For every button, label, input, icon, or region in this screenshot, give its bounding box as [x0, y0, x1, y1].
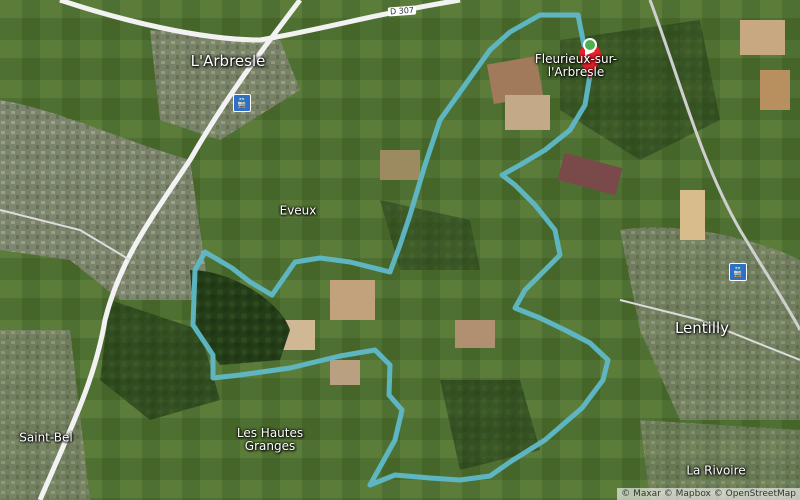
map-attribution[interactable]: © Maxar © Mapbox © OpenStreetMap	[617, 488, 800, 500]
place-label-eveux: Eveux	[279, 203, 317, 218]
map-view[interactable]: L'Arbresle Fleurieux-sur- l'Arbresle Eve…	[0, 0, 800, 500]
place-label-hautes-granges-line2: Granges	[244, 439, 296, 453]
place-label-lentilly: Lentilly	[674, 318, 730, 337]
satellite-background	[0, 0, 800, 500]
train-station-icon[interactable]: 🚆	[729, 263, 747, 281]
start-marker[interactable]	[583, 38, 597, 52]
train-station-icon[interactable]: 🚆	[233, 94, 251, 112]
place-label-saint-bel: Saint-Bel	[19, 430, 73, 445]
place-label-arbresle: L'Arbresle	[190, 51, 266, 70]
road-label-d307: D 307	[387, 5, 417, 17]
place-label-fleurieux-line2: l'Arbresle	[547, 65, 605, 79]
place-label-fleurieux: Fleurieux-sur- l'Arbresle	[535, 52, 617, 79]
place-label-la-rivoire: La Rivoire	[686, 463, 746, 478]
place-label-hautes-granges: Les Hautes Granges	[237, 426, 303, 453]
